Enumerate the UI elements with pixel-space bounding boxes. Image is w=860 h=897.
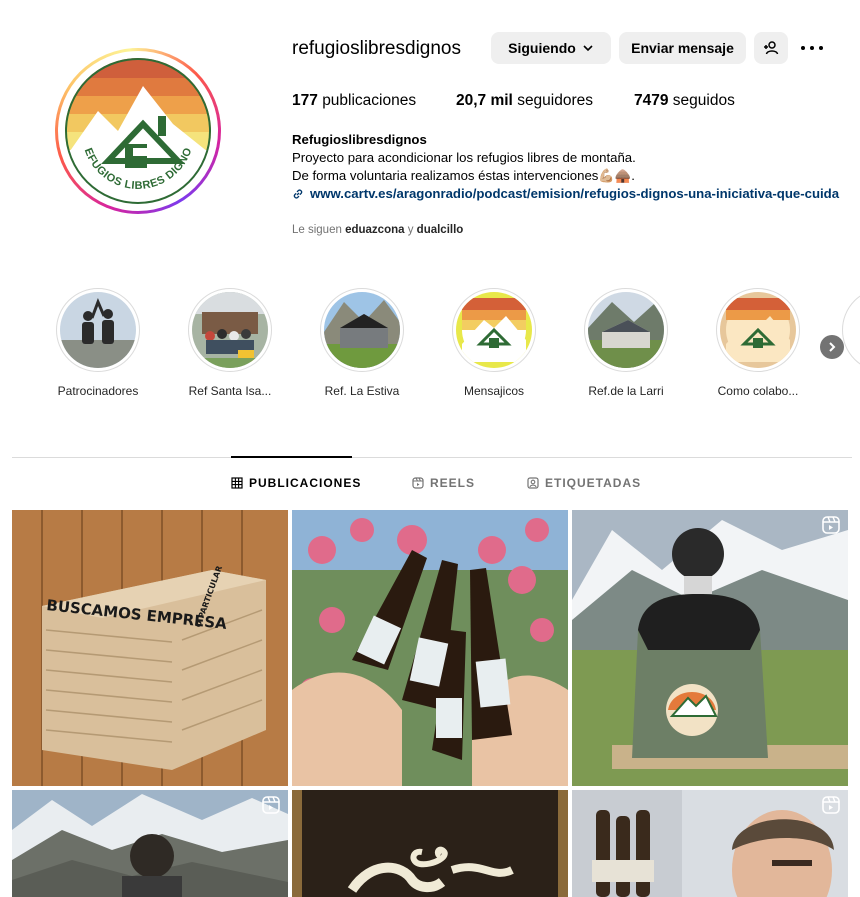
bio-link[interactable]: www.cartv.es/aragonradio/podcast/emision… — [292, 185, 860, 203]
chevron-down-icon — [583, 45, 593, 52]
highlight-thumb-patrocinadores — [60, 292, 136, 368]
highlight-thumb-como-colaborar — [720, 292, 796, 368]
highlight-label: Mensajicos — [463, 384, 525, 398]
bio-link-text[interactable]: www.cartv.es/aragonradio/podcast/emision… — [310, 185, 839, 203]
post-image-beers — [292, 510, 568, 786]
send-message-button[interactable]: Enviar mensaje — [619, 32, 746, 64]
following-button[interactable]: Siguiendo — [491, 32, 611, 64]
highlight-label: Como colabo... — [717, 384, 799, 398]
highlight-partial — [842, 288, 860, 376]
more-options-icon[interactable] — [801, 38, 823, 58]
highlight-label: Ref Santa Isa... — [188, 384, 272, 398]
highlight-thumb-santa-isabel — [192, 292, 268, 368]
highlight-thumb-la-estiva — [324, 292, 400, 368]
tabs-divider — [12, 457, 852, 458]
bio-line-1: Proyecto para acondicionar los refugios … — [292, 150, 636, 165]
highlight-patrocinadores[interactable]: Patrocinadores — [48, 288, 148, 398]
bio-name: Refugioslibresdignos — [292, 132, 427, 147]
post-image-dark — [292, 790, 568, 897]
post-image-jacket — [572, 510, 848, 786]
suggest-people-button[interactable] — [754, 32, 788, 64]
post-tile-jacket[interactable] — [572, 510, 848, 786]
highlight-label: Ref. La Estiva — [324, 384, 400, 398]
post-tile-wood[interactable]: BUSCAMOS EMPRESA O PARTICULAR — [12, 510, 288, 786]
followers-stat[interactable]: 20,7 mil seguidores — [456, 92, 634, 110]
active-tab-indicator — [231, 456, 352, 458]
story-highlights: Patrocinadores Ref Santa Isa... Ref. La … — [0, 288, 860, 408]
post-video-icon — [822, 796, 840, 814]
post-image-wood: BUSCAMOS EMPRESA O PARTICULAR — [12, 510, 288, 786]
send-message-label: Enviar mensaje — [631, 40, 734, 56]
post-tile-selfie[interactable] — [572, 790, 848, 897]
highlight-thumb-mensajicos — [456, 292, 532, 368]
post-image-selfie — [572, 790, 848, 897]
bio-line-2: De forma voluntaria realizamos éstas int… — [292, 168, 635, 183]
post-tile-dark[interactable] — [292, 790, 568, 897]
followed-by[interactable]: Le siguen eduazcona y dualcillo — [292, 224, 463, 236]
highlight-ref-de-la-larri[interactable]: Ref.de la Larri — [576, 288, 676, 398]
highlight-label: Patrocinadores — [57, 384, 139, 398]
following-stat[interactable]: 7479 seguidos — [634, 92, 735, 110]
post-tile-beers[interactable] — [292, 510, 568, 786]
profile-bio: Refugioslibresdignos Proyecto para acond… — [292, 131, 860, 203]
followed-by-user-1[interactable]: eduazcona — [345, 224, 404, 236]
post-video-icon — [822, 516, 840, 534]
link-icon — [293, 189, 303, 199]
tab-publicaciones[interactable]: PUBLICACIONES — [231, 476, 361, 490]
tagged-icon — [527, 477, 539, 489]
highlight-como-colaborar[interactable]: Como colabo... — [708, 288, 808, 398]
chevron-right-icon — [829, 342, 836, 352]
posts-stat[interactable]: 177 publicaciones — [292, 92, 456, 110]
followed-by-user-2[interactable]: dualcillo — [417, 224, 464, 236]
tab-etiquetadas[interactable]: ETIQUETADAS — [527, 476, 641, 490]
reels-icon — [412, 477, 424, 489]
following-button-label: Siguiendo — [508, 40, 576, 56]
profile-avatar[interactable]: REFUGIOS LIBRES DIGNOS — [55, 48, 221, 214]
profile-stats: 177 publicaciones 20,7 mil seguidores 74… — [292, 92, 735, 110]
highlights-next-button[interactable] — [820, 335, 844, 359]
post-image-mountain-man — [12, 790, 288, 897]
post-video-icon — [262, 796, 280, 814]
highlight-mensajicos[interactable]: Mensajicos — [444, 288, 544, 398]
refugios-logo-icon: REFUGIOS LIBRES DIGNOS — [65, 58, 211, 204]
highlight-ref-la-estiva[interactable]: Ref. La Estiva — [312, 288, 412, 398]
highlight-thumb-la-larri — [588, 292, 664, 368]
add-person-icon — [764, 41, 779, 55]
highlight-label: Ref.de la Larri — [588, 384, 664, 398]
post-tile-mountain-man[interactable] — [12, 790, 288, 897]
highlight-ref-santa-isabel[interactable]: Ref Santa Isa... — [180, 288, 280, 398]
tab-reels[interactable]: REELS — [412, 476, 475, 490]
grid-icon — [231, 477, 243, 489]
profile-username: refugioslibresdignos — [292, 38, 461, 59]
